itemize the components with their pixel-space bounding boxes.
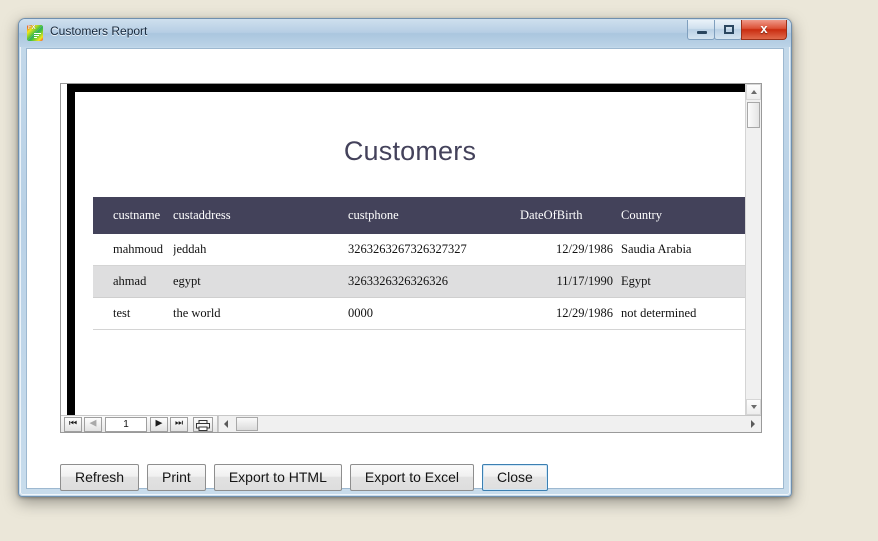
report-content: Customers custname custaddress custphone… bbox=[75, 92, 745, 415]
cell-dateofbirth: 12/29/1986 bbox=[520, 234, 613, 266]
last-page-button[interactable]: ⏭ bbox=[170, 416, 188, 432]
scroll-right-button[interactable] bbox=[745, 416, 761, 432]
cell-custaddress: jeddah bbox=[173, 234, 348, 266]
app-icon: FX bbox=[27, 25, 43, 41]
column-header-custphone: custphone bbox=[348, 197, 520, 234]
chevron-right-icon: ▶ bbox=[155, 418, 163, 429]
scroll-up-button[interactable] bbox=[746, 84, 761, 100]
cell-custname: ahmad bbox=[93, 265, 173, 298]
page-number-input[interactable]: 1 bbox=[105, 416, 147, 432]
cell-dateofbirth: 11/17/1990 bbox=[520, 265, 613, 298]
export-excel-button[interactable]: Export to Excel bbox=[349, 464, 475, 491]
horizontal-scroll-thumb[interactable] bbox=[236, 417, 258, 431]
cell-custphone: 3263263267326327327 bbox=[348, 234, 520, 266]
next-page-button[interactable]: ▶ bbox=[150, 416, 168, 432]
action-button-row: Refresh Print Export to HTML Export to E… bbox=[60, 464, 556, 491]
maximize-button[interactable] bbox=[714, 20, 742, 40]
report-pager: ⏮ ◀ 1 ▶ ⏭ bbox=[61, 416, 218, 432]
table-header-row: custname custaddress custphone DateOfBir… bbox=[93, 197, 745, 234]
chevron-right-icon bbox=[751, 420, 755, 428]
report-vertical-scrollbar[interactable] bbox=[745, 84, 761, 415]
last-page-icon: ⏭ bbox=[174, 418, 184, 429]
report-title: Customers bbox=[343, 136, 477, 166]
cell-custaddress: the world bbox=[173, 297, 348, 330]
cell-country: not determined bbox=[613, 297, 745, 330]
table-body: mahmoud jeddah 3263263267326327327 12/29… bbox=[93, 234, 745, 330]
report-page: Customers custname custaddress custphone… bbox=[67, 84, 745, 415]
close-button[interactable]: Close bbox=[482, 464, 548, 491]
window-controls: x bbox=[687, 20, 787, 40]
cell-country: Saudia Arabia bbox=[613, 234, 745, 266]
printer-icon bbox=[196, 419, 210, 431]
maximize-icon bbox=[724, 25, 734, 34]
cell-custphone: 0000 bbox=[348, 297, 520, 330]
scroll-down-button[interactable] bbox=[746, 399, 761, 415]
column-header-custname: custname bbox=[93, 197, 173, 234]
report-bottom-bar: ⏮ ◀ 1 ▶ ⏭ bbox=[61, 415, 761, 432]
title-bar[interactable]: FX Customers Report x bbox=[19, 19, 791, 47]
customers-table: custname custaddress custphone DateOfBir… bbox=[93, 197, 745, 330]
chevron-left-icon: ◀ bbox=[89, 418, 97, 429]
scroll-left-button[interactable] bbox=[219, 416, 235, 432]
report-canvas: Customers custname custaddress custphone… bbox=[61, 84, 745, 415]
app-window: FX Customers Report x Customers custname… bbox=[18, 18, 792, 497]
client-area: Customers custname custaddress custphone… bbox=[26, 48, 784, 491]
table-header: custname custaddress custphone DateOfBir… bbox=[93, 197, 745, 234]
first-page-icon: ⏮ bbox=[68, 418, 78, 429]
report-print-button[interactable] bbox=[193, 416, 213, 432]
refresh-button[interactable]: Refresh bbox=[60, 464, 140, 491]
export-html-button[interactable]: Export to HTML bbox=[213, 464, 342, 491]
close-icon: x bbox=[760, 21, 768, 36]
cell-custaddress: egypt bbox=[173, 265, 348, 298]
minimize-button[interactable] bbox=[687, 20, 715, 40]
table-row: mahmoud jeddah 3263263267326327327 12/29… bbox=[93, 234, 745, 266]
column-header-custaddress: custaddress bbox=[173, 197, 348, 234]
cell-custphone: 3263326326326326 bbox=[348, 265, 520, 298]
table-row: test the world 0000 12/29/1986 not deter… bbox=[93, 297, 745, 330]
close-window-button[interactable]: x bbox=[741, 20, 787, 40]
window-title: Customers Report bbox=[50, 24, 148, 38]
report-viewer: Customers custname custaddress custphone… bbox=[60, 83, 762, 433]
chevron-up-icon bbox=[751, 90, 757, 94]
minimize-icon bbox=[697, 31, 707, 34]
vertical-scroll-thumb[interactable] bbox=[747, 102, 760, 128]
cell-dateofbirth: 12/29/1986 bbox=[520, 297, 613, 330]
previous-page-button[interactable]: ◀ bbox=[84, 416, 102, 432]
chevron-down-icon bbox=[751, 405, 757, 409]
table-row: ahmad egypt 3263326326326326 11/17/1990 … bbox=[93, 265, 745, 298]
print-button[interactable]: Print bbox=[147, 464, 206, 491]
cell-custname: test bbox=[93, 297, 173, 330]
column-header-country: Country bbox=[613, 197, 745, 234]
chevron-left-icon bbox=[224, 420, 228, 428]
column-header-dateofbirth: DateOfBirth bbox=[520, 197, 613, 234]
report-horizontal-scrollbar[interactable] bbox=[218, 416, 761, 432]
cell-custname: mahmoud bbox=[93, 234, 173, 266]
first-page-button[interactable]: ⏮ bbox=[64, 416, 82, 432]
cell-country: Egypt bbox=[613, 265, 745, 298]
